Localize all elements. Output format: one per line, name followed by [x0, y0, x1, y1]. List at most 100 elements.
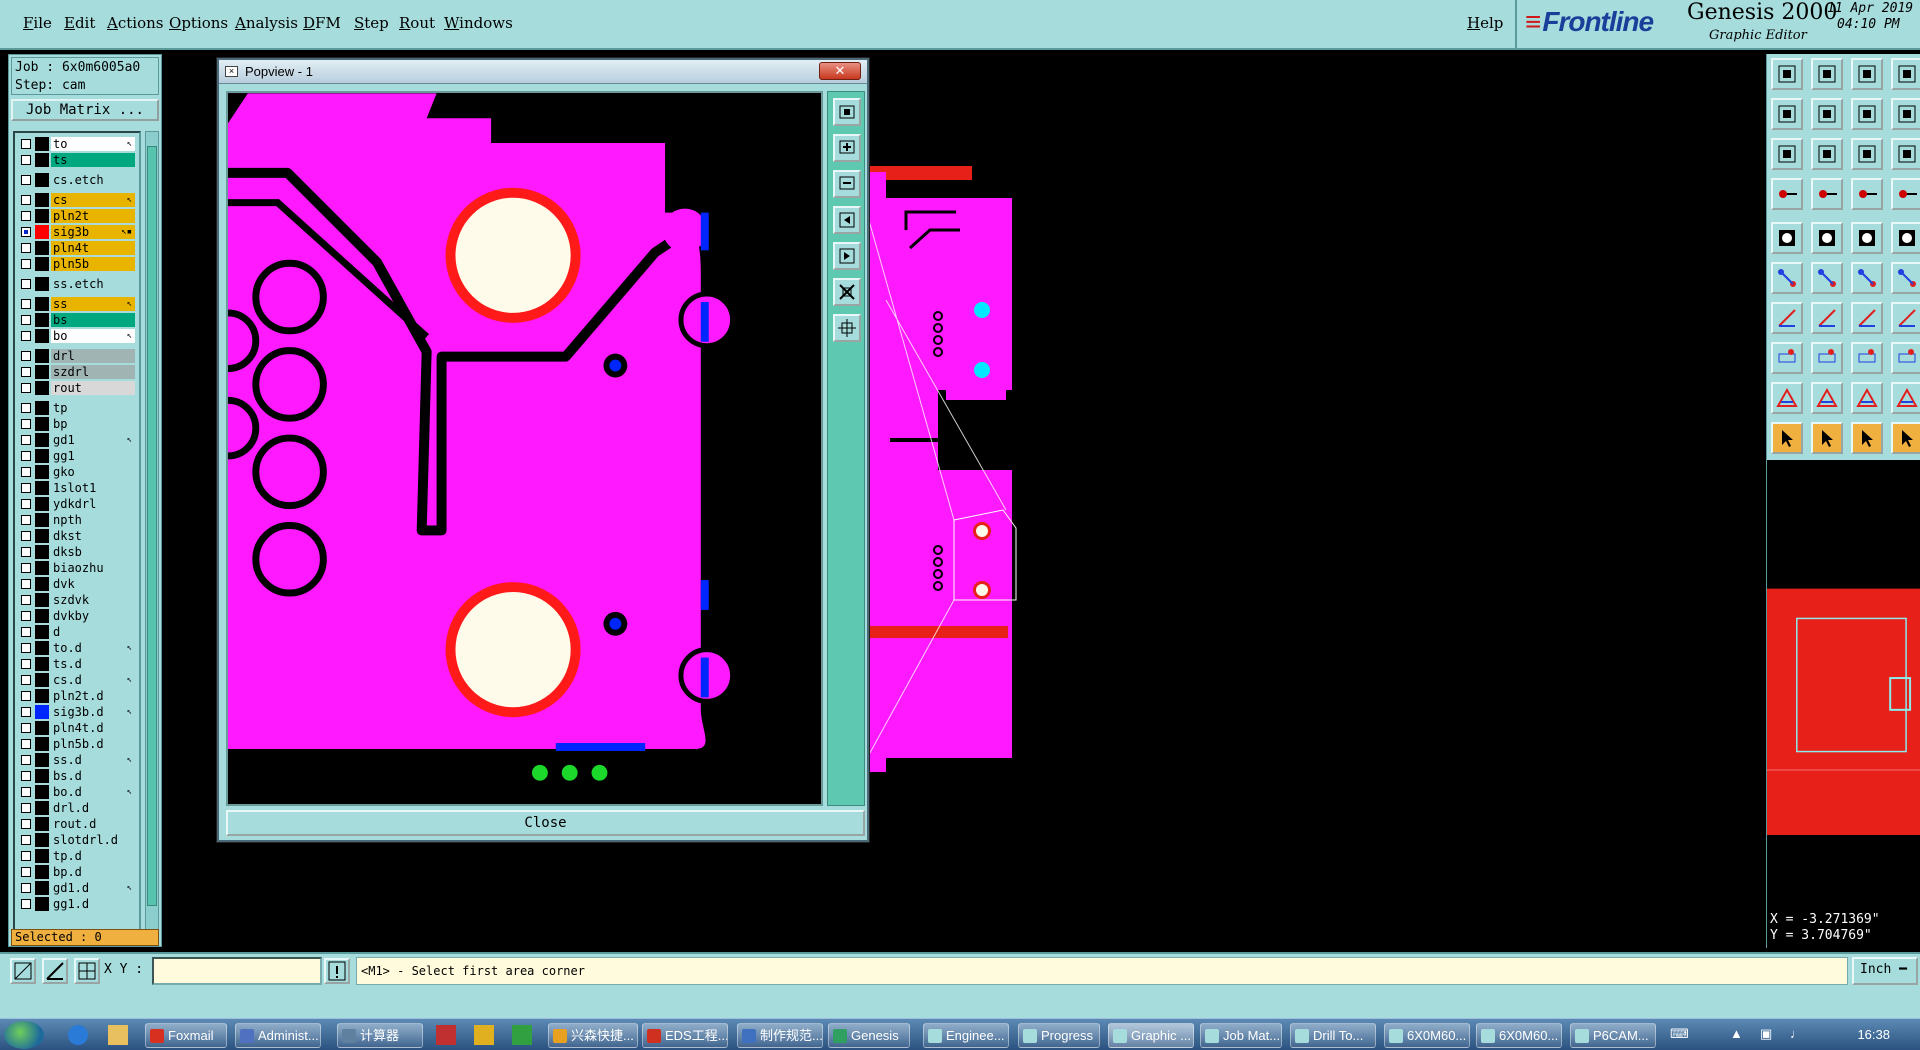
layer-checkbox[interactable] — [21, 691, 31, 701]
node-select-tool-button[interactable] — [1771, 262, 1803, 294]
layer-row[interactable]: to ↖ — [17, 137, 139, 151]
layer-name[interactable]: dvk — [51, 577, 135, 591]
layer-row[interactable]: drl.d — [17, 801, 139, 815]
layer-color-swatch[interactable] — [35, 365, 49, 379]
layer-name[interactable]: ss ↖ — [51, 297, 135, 311]
layer-color-swatch[interactable] — [35, 349, 49, 363]
layer-row[interactable]: pln4t — [17, 241, 139, 255]
layer-name[interactable]: ts — [51, 153, 135, 167]
layer-checkbox[interactable] — [21, 419, 31, 429]
layer-color-swatch[interactable] — [35, 225, 49, 239]
layer-name[interactable]: bs — [51, 313, 135, 327]
layer-row[interactable]: rout.d — [17, 817, 139, 831]
layer-name[interactable]: bp — [51, 417, 135, 431]
layer-color-swatch[interactable] — [35, 849, 49, 863]
window-close-button[interactable]: ✕ — [819, 62, 861, 80]
layer-checkbox[interactable] — [21, 883, 31, 893]
layer-row[interactable]: ss.etch — [17, 277, 139, 291]
layer-row[interactable]: gko — [17, 465, 139, 479]
layer-row[interactable]: gd1 ↖ — [17, 433, 139, 447]
menu-windows[interactable]: Windows — [444, 14, 513, 32]
add-surface-tool-button[interactable] — [1851, 222, 1883, 254]
grid-button[interactable] — [74, 958, 100, 984]
layer-name[interactable]: biaozhu — [51, 561, 135, 575]
layer-color-swatch[interactable] — [35, 381, 49, 395]
layer-name[interactable]: gd1.d ↖ — [51, 881, 135, 895]
layer-row[interactable]: gg1 — [17, 449, 139, 463]
layer-color-swatch[interactable] — [35, 881, 49, 895]
layer-checkbox[interactable] — [21, 351, 31, 361]
layer-checkbox[interactable] — [21, 259, 31, 269]
layer-row[interactable]: rout — [17, 381, 139, 395]
layer-name[interactable]: gg1.d — [51, 897, 135, 911]
layer-color-swatch[interactable] — [35, 529, 49, 543]
menu-options[interactable]: Options — [169, 14, 228, 32]
menu-help[interactable]: Help — [1467, 14, 1503, 32]
layer-name[interactable]: szdrl — [51, 365, 135, 379]
swap-tool-button[interactable] — [1851, 98, 1883, 130]
layer-row[interactable]: d — [17, 625, 139, 639]
layer-checkbox[interactable] — [21, 299, 31, 309]
layer-color-swatch[interactable] — [35, 785, 49, 799]
layer-name[interactable]: tp — [51, 401, 135, 415]
layer-color-swatch[interactable] — [35, 689, 49, 703]
layer-checkbox[interactable] — [21, 175, 31, 185]
arc-tool-button[interactable] — [1851, 262, 1883, 294]
layer-name[interactable]: sig3b.d ↖ — [51, 705, 135, 719]
overview-map[interactable] — [1766, 460, 1920, 910]
help-tool-button[interactable] — [1891, 98, 1920, 130]
snap-node-tool-button[interactable] — [1771, 342, 1803, 374]
layer-color-swatch[interactable] — [35, 545, 49, 559]
layer-checkbox[interactable] — [21, 611, 31, 621]
layer-color-swatch[interactable] — [35, 593, 49, 607]
popview-close-button[interactable]: Close — [226, 810, 865, 836]
layer-row[interactable]: ss.d ↖ — [17, 753, 139, 767]
layer-checkbox[interactable] — [21, 435, 31, 445]
layer-checkbox[interactable] — [21, 851, 31, 861]
cut-tool-button[interactable] — [1811, 262, 1843, 294]
layer-checkbox[interactable] — [21, 787, 31, 797]
layer-name[interactable]: bo ↖ — [51, 329, 135, 343]
layer-color-swatch[interactable] — [35, 433, 49, 447]
layer-checkbox[interactable] — [21, 515, 31, 525]
layer-row[interactable]: bo ↖ — [17, 329, 139, 343]
layer-checkbox[interactable] — [21, 403, 31, 413]
layer-checkbox[interactable] — [21, 627, 31, 637]
layer-checkbox[interactable] — [21, 739, 31, 749]
layer-checkbox[interactable] — [21, 531, 31, 541]
taskbar-item[interactable]: Enginee... — [923, 1023, 1009, 1048]
menu-actions[interactable]: Actions — [107, 14, 163, 32]
layer-name[interactable]: pln5b.d — [51, 737, 135, 751]
layer-color-swatch[interactable] — [35, 241, 49, 255]
taskbar-item[interactable]: 6X0M60... — [1476, 1023, 1562, 1048]
layer-color-swatch[interactable] — [35, 577, 49, 591]
branch-tool-button[interactable] — [1891, 262, 1920, 294]
quicklaunch-icon[interactable] — [512, 1025, 532, 1045]
zoom-home-tool-button[interactable] — [1771, 58, 1803, 90]
layer-color-swatch[interactable] — [35, 153, 49, 167]
layer-name[interactable]: bo.d ↖ — [51, 785, 135, 799]
zoom-area-button[interactable] — [833, 314, 861, 342]
layer-row[interactable]: sig3b ↖▪ — [17, 225, 139, 239]
layer-checkbox[interactable] — [21, 211, 31, 221]
ie-icon[interactable] — [68, 1025, 88, 1045]
layer-color-swatch[interactable] — [35, 705, 49, 719]
layer-color-swatch[interactable] — [35, 417, 49, 431]
layer-color-swatch[interactable] — [35, 625, 49, 639]
layer-row[interactable]: bp.d — [17, 865, 139, 879]
layer-name[interactable]: drl.d — [51, 801, 135, 815]
units-selector[interactable]: Inch ━ — [1852, 957, 1918, 985]
layer-name[interactable]: sig3b ↖▪ — [51, 225, 135, 239]
layer-checkbox[interactable] — [21, 659, 31, 669]
connect-tool-button[interactable] — [1851, 178, 1883, 210]
taskbar-item[interactable]: Graphic ... — [1108, 1023, 1194, 1048]
layer-row[interactable]: ydkdrl — [17, 497, 139, 511]
layer-color-swatch[interactable] — [35, 329, 49, 343]
menu-file[interactable]: File — [23, 14, 52, 32]
layer-row[interactable]: sig3b.d ↖ — [17, 705, 139, 719]
layer-name[interactable]: d — [51, 625, 135, 639]
layer-row[interactable]: pln4t.d — [17, 721, 139, 735]
clip-tool-button[interactable] — [1891, 58, 1920, 90]
layer-name[interactable]: pln2t.d — [51, 689, 135, 703]
query-tool-button[interactable] — [1891, 138, 1920, 170]
